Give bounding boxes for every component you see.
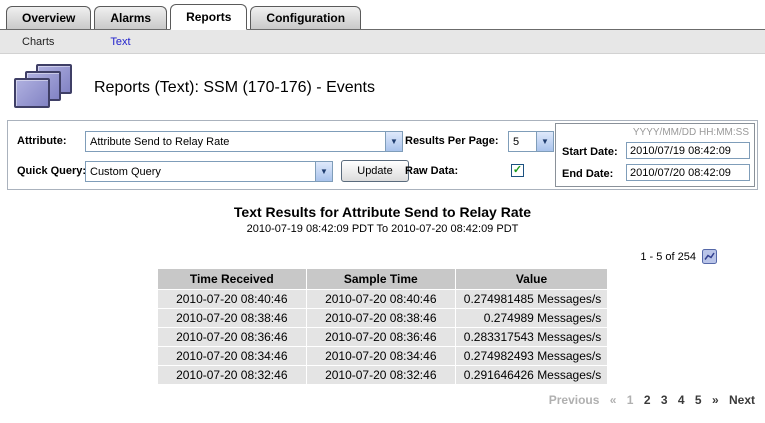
results-title: Text Results for Attribute Send to Relay… [0, 204, 765, 220]
cell-time-received: 2010-07-20 08:34:46 [158, 347, 306, 365]
table-row: 2010-07-20 08:36:46 2010-07-20 08:36:46 … [158, 328, 607, 346]
table-row: 2010-07-20 08:32:46 2010-07-20 08:32:46 … [158, 366, 607, 384]
subnav-bar: Charts Text [0, 30, 765, 54]
raw-data-label: Raw Data: [405, 165, 458, 177]
update-button[interactable]: Update [341, 160, 409, 182]
cell-sample-time: 2010-07-20 08:40:46 [307, 290, 455, 308]
result-range-text: 1 - 5 of 254 [640, 251, 696, 263]
pagination: Previous « 1 2 3 4 5 » Next [0, 393, 755, 407]
pagination-next[interactable]: Next [729, 393, 755, 407]
cell-value: 0.274989 Messages/s [456, 309, 607, 327]
printable-report-icon[interactable] [702, 249, 717, 264]
page-title: Reports (Text): SSM (170-176) - Events [94, 79, 375, 97]
date-range-box: YYYY/MM/DD HH:MM:SS Start Date: End Date… [555, 123, 755, 187]
pagination-page-3[interactable]: 3 [661, 393, 668, 407]
attribute-select[interactable]: Attribute Send to Relay Rate ▼ [85, 131, 403, 152]
pagination-page-2[interactable]: 2 [644, 393, 651, 407]
table-row: 2010-07-20 08:34:46 2010-07-20 08:34:46 … [158, 347, 607, 365]
col-header-time-received: Time Received [158, 269, 306, 289]
tab-overview[interactable]: Overview [6, 6, 91, 29]
attribute-label: Attribute: [17, 135, 67, 147]
table-row: 2010-07-20 08:40:46 2010-07-20 08:40:46 … [158, 290, 607, 308]
pagination-page-4[interactable]: 4 [678, 393, 685, 407]
query-panel: Attribute: Attribute Send to Relay Rate … [7, 120, 758, 190]
table-header-row: Time Received Sample Time Value [158, 269, 607, 289]
pagination-page-5[interactable]: 5 [695, 393, 702, 407]
page-header: Reports (Text): SSM (170-176) - Events [0, 54, 765, 120]
raw-data-checkbox[interactable]: ✓ [511, 164, 524, 177]
end-date-input[interactable] [626, 164, 750, 181]
results-subtitle: 2010-07-19 08:42:09 PDT To 2010-07-20 08… [0, 223, 765, 235]
quick-query-select-value: Custom Query [86, 166, 315, 178]
tab-label: Configuration [266, 11, 345, 25]
cell-value: 0.291646426 Messages/s [456, 366, 607, 384]
reports-stack-icon-page [14, 78, 50, 108]
tab-reports[interactable]: Reports [170, 4, 247, 30]
pagination-next-arrow-icon[interactable]: » [712, 393, 719, 407]
check-icon: ✓ [513, 165, 522, 176]
quick-query-label: Quick Query: [17, 165, 86, 177]
tab-label: Alarms [110, 11, 151, 25]
table-row: 2010-07-20 08:38:46 2010-07-20 08:38:46 … [158, 309, 607, 327]
cell-sample-time: 2010-07-20 08:36:46 [307, 328, 455, 346]
col-header-value: Value [456, 269, 607, 289]
end-date-label: End Date: [562, 168, 613, 180]
cell-sample-time: 2010-07-20 08:32:46 [307, 366, 455, 384]
tab-label: Overview [22, 11, 75, 25]
tab-alarms[interactable]: Alarms [94, 6, 167, 29]
chevron-down-icon: ▼ [315, 162, 332, 181]
start-date-label: Start Date: [562, 146, 618, 158]
result-range-row: 1 - 5 of 254 [0, 249, 717, 264]
pagination-previous: Previous [549, 393, 600, 407]
chevron-down-icon: ▼ [385, 132, 402, 151]
chevron-down-icon: ▼ [536, 132, 553, 151]
results-per-page-value: 5 [509, 136, 536, 148]
cell-time-received: 2010-07-20 08:32:46 [158, 366, 306, 384]
cell-value: 0.283317543 Messages/s [456, 328, 607, 346]
date-format-hint: YYYY/MM/DD HH:MM:SS [633, 127, 749, 138]
cell-value: 0.274981485 Messages/s [456, 290, 607, 308]
cell-sample-time: 2010-07-20 08:34:46 [307, 347, 455, 365]
cell-time-received: 2010-07-20 08:36:46 [158, 328, 306, 346]
cell-time-received: 2010-07-20 08:38:46 [158, 309, 306, 327]
results-per-page-label: Results Per Page: [405, 135, 499, 147]
results-table: Time Received Sample Time Value 2010-07-… [157, 268, 608, 385]
cell-value: 0.274982493 Messages/s [456, 347, 607, 365]
subnav-item-text[interactable]: Text [110, 36, 130, 48]
cell-time-received: 2010-07-20 08:40:46 [158, 290, 306, 308]
cell-sample-time: 2010-07-20 08:38:46 [307, 309, 455, 327]
quick-query-select[interactable]: Custom Query ▼ [85, 161, 333, 182]
attribute-select-value: Attribute Send to Relay Rate [86, 136, 385, 148]
pagination-page-1-current: 1 [627, 393, 634, 407]
subnav-item-charts[interactable]: Charts [22, 36, 54, 48]
pagination-prev-arrow-icon: « [610, 393, 617, 407]
results-per-page-select[interactable]: 5 ▼ [508, 131, 554, 152]
col-header-sample-time: Sample Time [307, 269, 455, 289]
tab-configuration[interactable]: Configuration [250, 6, 361, 29]
reports-stack-icon [14, 64, 78, 112]
tab-label: Reports [186, 10, 231, 24]
start-date-input[interactable] [626, 142, 750, 159]
tab-bar: Overview Alarms Reports Configuration [0, 0, 765, 30]
